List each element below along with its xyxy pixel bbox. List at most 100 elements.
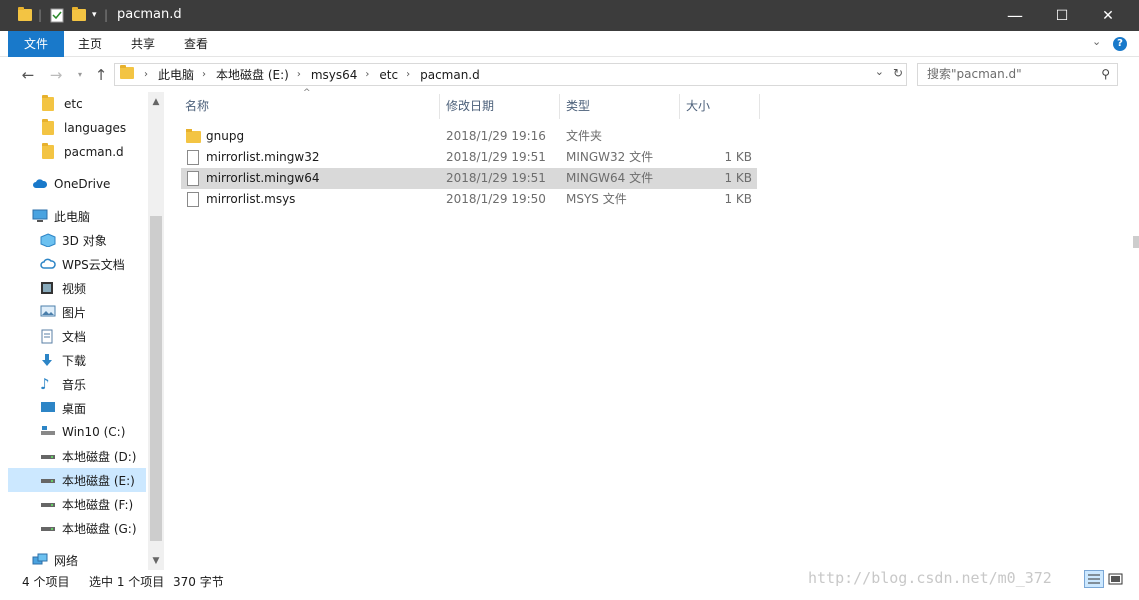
file-name: mirrorlist.mingw32 <box>206 150 320 164</box>
column-header-date[interactable]: 修改日期 <box>440 94 560 119</box>
file-icon <box>187 192 199 207</box>
file-date: 2018/1/29 19:16 <box>446 129 546 143</box>
minimize-button[interactable]: — <box>992 0 1038 31</box>
sidebar-item-drive-d[interactable]: 本地磁盘 (D:) <box>8 444 146 468</box>
file-type: MINGW32 文件 <box>566 150 654 164</box>
watermark: http://blog.csdn.net/m0_372 <box>808 569 1052 587</box>
drive-icon <box>40 425 56 439</box>
file-name: mirrorlist.mingw64 <box>206 171 320 185</box>
file-name: gnupg <box>206 129 245 143</box>
sidebar-item-label: Win10 (C:) <box>62 425 126 439</box>
drive-icon <box>40 449 56 463</box>
breadcrumb-separator[interactable]: › <box>144 69 148 80</box>
sidebar-item-label: 文档 <box>62 329 87 344</box>
file-row-mirrorlist-msys[interactable]: mirrorlist.msys 2018/1/29 19:50 MSYS 文件 … <box>181 189 757 210</box>
tab-file[interactable]: 文件 <box>8 31 64 57</box>
sidebar-scrollbar-thumb[interactable] <box>150 216 162 541</box>
details-view-icon[interactable] <box>1084 570 1104 588</box>
sidebar-item-drive-e[interactable]: 本地磁盘 (E:) <box>8 468 146 492</box>
recent-locations-icon[interactable]: ▾ <box>70 65 90 85</box>
tab-share[interactable]: 共享 <box>117 31 169 57</box>
maximize-button[interactable]: ☐ <box>1039 0 1085 31</box>
close-button[interactable]: ✕ <box>1085 0 1131 31</box>
file-size: 1 KB <box>724 171 752 185</box>
file-type: MINGW64 文件 <box>566 171 654 185</box>
document-icon <box>40 329 56 344</box>
up-arrow-icon[interactable]: ↑ <box>91 65 111 85</box>
file-size: 1 KB <box>724 150 752 164</box>
address-dropdown-icon[interactable]: ⌄ <box>875 65 884 78</box>
sidebar-item-documents[interactable]: 文档 <box>8 324 146 348</box>
title-bar: | ▾ | pacman.d — ☐ ✕ <box>0 0 1139 31</box>
sidebar-item-etc[interactable]: etc <box>8 92 146 116</box>
chevron-down-icon[interactable]: ⌄ <box>1092 35 1101 48</box>
breadcrumb-separator[interactable]: › <box>202 69 206 80</box>
drive-icon <box>40 473 56 487</box>
cloud-icon <box>32 177 48 191</box>
column-header-name[interactable]: 名称 <box>179 94 440 119</box>
breadcrumb-separator[interactable]: › <box>297 69 301 80</box>
file-row-gnupg[interactable]: gnupg 2018/1/29 19:16 文件夹 <box>181 126 757 147</box>
app-folder-icon <box>18 6 32 24</box>
sidebar-item-desktop[interactable]: 桌面 <box>8 396 146 420</box>
sidebar-item-drive-c[interactable]: Win10 (C:) <box>8 420 146 444</box>
search-input[interactable]: 搜索"pacman.d" ⚲ <box>917 63 1118 86</box>
picture-icon <box>40 305 56 319</box>
sidebar-item-videos[interactable]: 视频 <box>8 276 146 300</box>
sidebar-item-drive-f[interactable]: 本地磁盘 (F:) <box>8 492 146 516</box>
sidebar-item-label: 音乐 <box>62 377 87 392</box>
folder-icon <box>42 95 58 111</box>
new-folder-icon[interactable] <box>72 6 86 24</box>
network-icon <box>32 553 48 567</box>
forward-arrow-icon[interactable]: → <box>46 65 66 85</box>
breadcrumb-etc[interactable]: etc <box>379 68 398 82</box>
search-icon[interactable]: ⚲ <box>1101 64 1110 85</box>
large-icons-view-icon[interactable] <box>1108 572 1124 586</box>
sidebar-item-downloads[interactable]: 下载 <box>8 348 146 372</box>
breadcrumb-this-pc[interactable]: 此电脑 <box>158 66 194 83</box>
tab-home[interactable]: 主页 <box>64 31 116 57</box>
folder-icon <box>42 143 58 159</box>
sidebar-item-this-pc[interactable]: 此电脑 <box>8 204 146 228</box>
back-arrow-icon[interactable]: ← <box>18 65 38 85</box>
tab-view[interactable]: 查看 <box>170 31 222 57</box>
content-scrollbar-thumb[interactable] <box>1133 236 1139 248</box>
file-date: 2018/1/29 19:50 <box>446 192 546 206</box>
column-header-size[interactable]: 大小 <box>680 94 760 119</box>
breadcrumb-separator[interactable]: › <box>365 69 369 80</box>
address-bar[interactable]: › 此电脑 › 本地磁盘 (E:) › msys64 › etc › pacma… <box>114 63 907 86</box>
sidebar-item-drive-g[interactable]: 本地磁盘 (G:) <box>8 516 146 540</box>
sidebar-item-wps-cloud[interactable]: WPS云文档 <box>8 252 146 276</box>
breadcrumb-drive-e[interactable]: 本地磁盘 (E:) <box>216 66 289 83</box>
download-icon <box>40 353 56 367</box>
breadcrumb-separator[interactable]: › <box>406 69 410 80</box>
refresh-icon[interactable]: ↻ <box>893 66 903 80</box>
scroll-up-arrow-icon[interactable]: ▲ <box>148 94 164 110</box>
separator: | <box>38 8 43 22</box>
sidebar-item-label: 下载 <box>62 353 87 368</box>
sidebar-item-languages[interactable]: languages <box>8 116 146 140</box>
breadcrumb-pacman-d[interactable]: pacman.d <box>420 68 480 82</box>
scroll-down-arrow-icon[interactable]: ▼ <box>148 553 164 569</box>
breadcrumb-msys64[interactable]: msys64 <box>311 68 358 82</box>
file-row-mirrorlist-mingw32[interactable]: mirrorlist.mingw32 2018/1/29 19:51 MINGW… <box>181 147 757 168</box>
sidebar-item-onedrive[interactable]: OneDrive <box>8 172 146 196</box>
sidebar-item-pacman-d[interactable]: pacman.d <box>8 140 146 164</box>
wps-cloud-icon <box>40 257 56 271</box>
sidebar-item-music[interactable]: ♪ 音乐 <box>8 372 146 396</box>
properties-icon[interactable] <box>50 6 64 24</box>
sidebar-item-label: 此电脑 <box>54 209 91 224</box>
status-selection: 选中 1 个项目 <box>89 575 165 589</box>
computer-icon <box>32 209 48 223</box>
file-type: MSYS 文件 <box>566 192 627 206</box>
sidebar-item-pictures[interactable]: 图片 <box>8 300 146 324</box>
column-header-type[interactable]: 类型 <box>560 94 680 119</box>
customize-toolbar-icon[interactable]: ▾ <box>92 6 97 24</box>
sidebar-item-network[interactable]: 网络 <box>8 548 146 572</box>
file-row-mirrorlist-mingw64[interactable]: mirrorlist.mingw64 2018/1/29 19:51 MINGW… <box>181 168 757 189</box>
sidebar-item-3d-objects[interactable]: 3D 对象 <box>8 228 146 252</box>
file-size: 1 KB <box>724 192 752 206</box>
separator: | <box>104 8 109 22</box>
file-date: 2018/1/29 19:51 <box>446 150 546 164</box>
help-icon[interactable]: ? <box>1113 37 1127 51</box>
